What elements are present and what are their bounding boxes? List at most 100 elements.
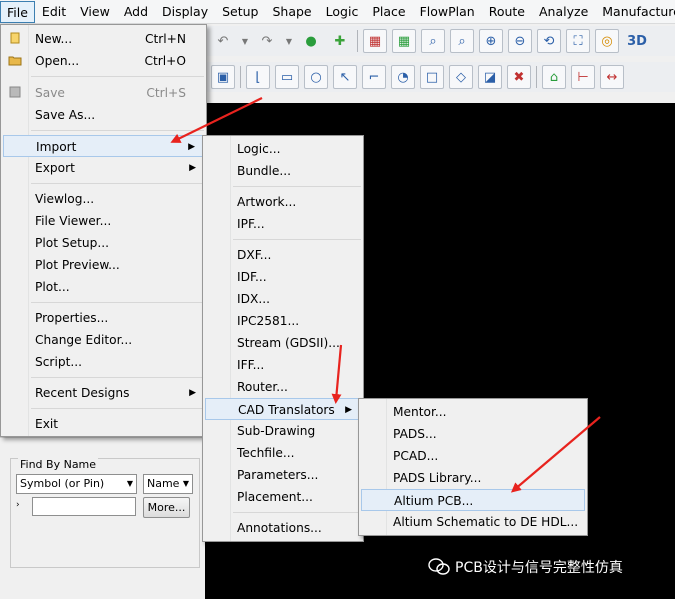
menu-analyze[interactable]: Analyze — [532, 1, 595, 23]
wechat-icon — [428, 558, 450, 575]
submenu-arrow-icon: ▶ — [189, 388, 196, 398]
import-item-annotations[interactable]: Annotations... — [205, 517, 361, 539]
import-item-techfile[interactable]: Techfile... — [205, 442, 361, 464]
cad-item-pads[interactable]: PADS... — [361, 423, 585, 445]
import-item-placement[interactable]: Placement... — [205, 486, 361, 508]
shape-polygon-icon[interactable]: ⌐ — [362, 65, 386, 89]
menu-item-recent-designs[interactable]: Recent Designs ▶ — [3, 382, 204, 404]
import-item-ipf[interactable]: IPF... — [205, 213, 361, 235]
shape-edit-icon[interactable]: ◇ — [449, 65, 473, 89]
import-item-dxf[interactable]: DXF... — [205, 244, 361, 266]
menu-logic[interactable]: Logic — [319, 1, 366, 23]
toolbar-separator — [536, 66, 537, 88]
shape-fill-icon[interactable]: ◪ — [478, 65, 502, 89]
chevron-right-icon[interactable]: › — [16, 500, 20, 510]
import-item-stream-gdsii[interactable]: Stream (GDSII)... — [205, 332, 361, 354]
file-menu: New... Ctrl+N Open... Ctrl+O Save Ctrl+S Sa… — [0, 24, 207, 437]
chevron-down-icon: ▼ — [182, 479, 189, 488]
import-item-cad-translators[interactable]: CAD Translators ▶ — [205, 398, 361, 420]
import-item-idf[interactable]: IDF... — [205, 266, 361, 288]
zoom-previous-icon[interactable]: ⟲ — [537, 29, 561, 53]
cad-item-altium-pcb[interactable]: Altium PCB... — [361, 489, 585, 511]
menu-add[interactable]: Add — [117, 1, 155, 23]
import-item-idx[interactable]: IDX... — [205, 288, 361, 310]
import-item-parameters[interactable]: Parameters... — [205, 464, 361, 486]
menu-item-import[interactable]: Import ▶ — [3, 135, 204, 157]
import-item-sub-drawing[interactable]: Sub-Drawing — [205, 420, 361, 442]
shape-line-icon[interactable]: ⌊ — [246, 65, 270, 89]
globe-icon[interactable]: ● — [299, 29, 323, 53]
menu-setup[interactable]: Setup — [215, 1, 265, 23]
import-item-ipc2581[interactable]: IPC2581... — [205, 310, 361, 332]
menu-item-viewlog[interactable]: Viewlog... — [3, 188, 204, 210]
cad-item-altium-schematic[interactable]: Altium Schematic to DE HDL... — [361, 511, 585, 533]
shape-void-icon[interactable]: □ — [420, 65, 444, 89]
menu-separator — [31, 377, 204, 378]
import-item-bundle[interactable]: Bundle... — [205, 160, 361, 182]
cad-item-mentor[interactable]: Mentor... — [361, 401, 585, 423]
shape-rectangle-icon[interactable]: ▭ — [275, 65, 299, 89]
find-mode-select[interactable]: Name ▼ — [143, 474, 193, 494]
import-item-iff[interactable]: IFF... — [205, 354, 361, 376]
undo-icon[interactable]: ↶ — [211, 29, 235, 53]
chevron-down-icon[interactable]: ▼ — [240, 29, 250, 53]
menu-item-properties[interactable]: Properties... — [3, 307, 204, 329]
import-item-logic[interactable]: Logic... — [205, 138, 361, 160]
menu-item-new[interactable]: New... Ctrl+N — [3, 28, 204, 50]
menu-item-script[interactable]: Script... — [3, 351, 204, 373]
menu-item-plot-preview[interactable]: Plot Preview... — [3, 254, 204, 276]
select-shape-icon[interactable]: ↖ — [333, 65, 357, 89]
menu-item-exit[interactable]: Exit — [3, 413, 204, 435]
cad-item-pads-library[interactable]: PADS Library... — [361, 467, 585, 489]
menu-shape[interactable]: Shape — [265, 1, 318, 23]
shape-arc-icon[interactable]: ◔ — [391, 65, 415, 89]
watermark: PCB设计与信号完整性仿真 — [428, 557, 623, 577]
cad-translators-submenu: Mentor... PADS... PCAD... PADS Library..… — [358, 398, 588, 536]
component-icon[interactable]: ⌂ — [542, 65, 566, 89]
menu-flowplan[interactable]: FlowPlan — [413, 1, 482, 23]
zoom-points-icon[interactable]: ⌕ — [450, 29, 474, 53]
pin-icon[interactable]: ✚ — [328, 29, 352, 53]
menu-view[interactable]: View — [73, 1, 117, 23]
dimension-icon[interactable]: ⊢ — [571, 65, 595, 89]
grid-snap-icon[interactable]: ▦ — [392, 29, 416, 53]
add-connect-icon[interactable]: ▣ — [211, 65, 235, 89]
menu-route[interactable]: Route — [482, 1, 532, 23]
menu-item-export[interactable]: Export ▶ — [3, 157, 204, 179]
find-type-select[interactable]: Symbol (or Pin) ▼ — [16, 474, 137, 494]
zoom-in-icon[interactable]: ⊕ — [479, 29, 503, 53]
shape-circle-icon[interactable]: ○ — [304, 65, 328, 89]
menu-bar: File Edit View Add Display Setup Shape L… — [0, 0, 675, 24]
menu-item-file-viewer[interactable]: File Viewer... — [3, 210, 204, 232]
delete-shape-icon[interactable]: ✖ — [507, 65, 531, 89]
menu-separator — [31, 408, 204, 409]
zoom-fit-icon[interactable]: ⌕ — [421, 29, 445, 53]
cad-item-pcad[interactable]: PCAD... — [361, 445, 585, 467]
import-item-artwork[interactable]: Artwork... — [205, 191, 361, 213]
chevron-down-icon[interactable]: ▼ — [284, 29, 294, 53]
menu-manufacture[interactable]: Manufacture — [595, 1, 675, 23]
find-name-input[interactable] — [32, 497, 136, 516]
grid-icon[interactable]: ▦ — [363, 29, 387, 53]
submenu-arrow-icon: ▶ — [188, 142, 195, 152]
redraw-icon[interactable]: ◎ — [595, 29, 619, 53]
more-button[interactable]: More... — [143, 497, 190, 518]
menu-item-plot-setup[interactable]: Plot Setup... — [3, 232, 204, 254]
menu-item-plot[interactable]: Plot... — [3, 276, 204, 298]
redo-icon[interactable]: ↷ — [255, 29, 279, 53]
shape-toolbar: ▣ ⌊ ▭ ○ ↖ ⌐ ◔ □ ◇ ◪ ✖ ⌂ ⊢ ↔ — [205, 62, 675, 92]
menu-file[interactable]: File — [0, 0, 35, 23]
menu-item-open[interactable]: Open... Ctrl+O — [3, 50, 204, 72]
zoom-world-icon[interactable]: ⛶ — [566, 29, 590, 53]
view-3d-icon[interactable]: 3D — [624, 29, 650, 53]
menu-item-save-as[interactable]: Save As... — [3, 104, 204, 126]
menu-item-change-editor[interactable]: Change Editor... — [3, 329, 204, 351]
import-item-router[interactable]: Router... — [205, 376, 361, 398]
menu-place[interactable]: Place — [365, 1, 412, 23]
menu-edit[interactable]: Edit — [35, 1, 73, 23]
new-file-icon — [10, 32, 20, 44]
main-toolbar: ↶ ▼ ↷ ▼ ● ✚ ▦ ▦ ⌕ ⌕ ⊕ ⊖ ⟲ ⛶ ◎ 3D — [205, 26, 675, 56]
measure-icon[interactable]: ↔ — [600, 65, 624, 89]
zoom-out-icon[interactable]: ⊖ — [508, 29, 532, 53]
menu-display[interactable]: Display — [155, 1, 215, 23]
